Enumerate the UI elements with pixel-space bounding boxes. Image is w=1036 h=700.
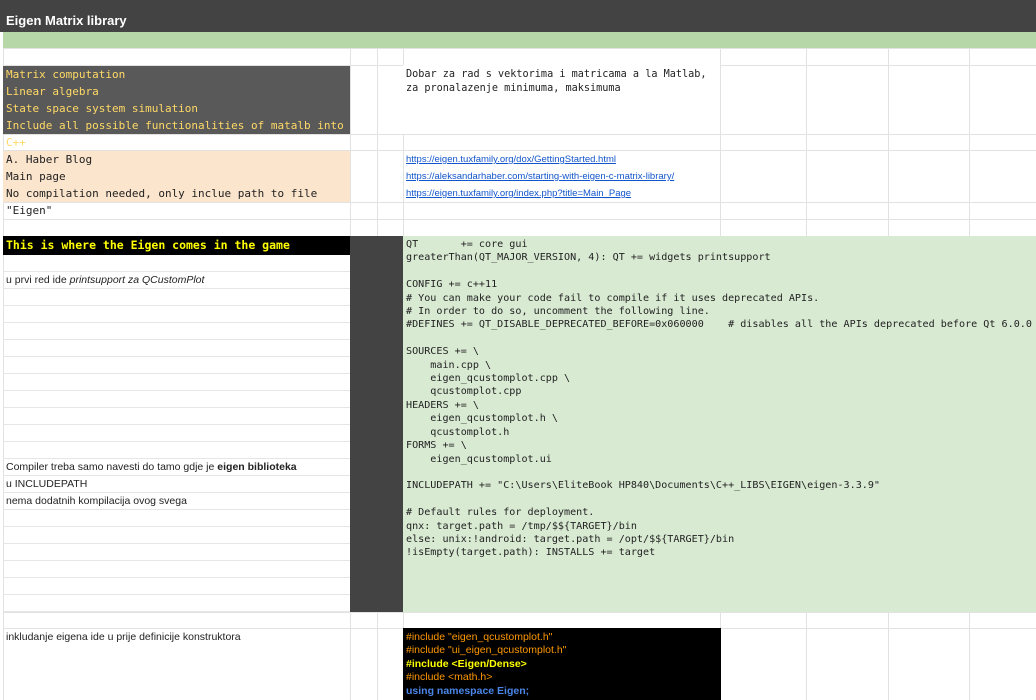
feature-cell: Linear algebra: [3, 83, 350, 100]
empty-rows: [3, 255, 350, 612]
no-compile-note: nema dodatnih kompilacija ovog svega: [6, 495, 187, 507]
resource-link[interactable]: https://aleksandarhaber.com/starting-wit…: [406, 168, 674, 185]
grid-line: [3, 219, 1036, 220]
printsupport-note: u prvi red ide printsupport za QCustomPl…: [6, 274, 204, 286]
include-line: #include "ui_eigen_qcustomplot.h": [406, 644, 567, 657]
description-line: Dobar za rad s vektorima i matricama a l…: [406, 69, 707, 80]
resource-label: A. Haber Blog: [3, 151, 350, 168]
feature-cell: State space system simulation: [3, 100, 350, 117]
note-emphasis: printsupport za QCustomPlot: [69, 274, 205, 286]
feature-cell: Include all possible functionalities of …: [3, 117, 350, 149]
section-header: This is where the Eigen comes in the gam…: [3, 236, 350, 255]
green-header-band: [3, 32, 1036, 48]
grid-line: [3, 48, 1036, 49]
grid-line: [3, 202, 1036, 203]
resource-label: Main page: [3, 168, 350, 185]
resource-label: No compilation needed, only inclue path …: [3, 185, 350, 217]
pro-file-code: QT += core gui greaterThan(QT_MAJOR_VERS…: [406, 239, 1032, 559]
include-note: inkludanje eigena ide u prije definicije…: [6, 631, 241, 643]
resource-link[interactable]: https://eigen.tuxfamily.org/index.php?ti…: [406, 185, 631, 202]
note-bold: eigen biblioteka: [217, 461, 297, 473]
note-text: Compiler treba samo navesti do tamo gdje…: [6, 461, 218, 473]
feature-cell: Matrix computation: [3, 66, 350, 83]
resource-link[interactable]: https://eigen.tuxfamily.org/dox/GettingS…: [406, 151, 616, 168]
grid-line: [3, 134, 1036, 135]
include-line: #include <Eigen/Dense>: [406, 657, 527, 670]
sheet-title: Eigen Matrix library: [6, 13, 127, 28]
title-bar: [0, 0, 1036, 32]
dark-spacer-column: [350, 236, 403, 612]
compiler-note: Compiler treba samo navesti do tamo gdje…: [6, 461, 297, 473]
description-line: za pronalazenje minimuma, maksimuma: [406, 83, 621, 94]
include-line: #include <math.h>: [406, 671, 493, 684]
include-line: #include "eigen_qcustomplot.h": [406, 631, 553, 643]
includepath-note: u INCLUDEPATH: [6, 478, 88, 490]
note-text: u prvi red ide: [6, 274, 70, 286]
include-line: using namespace Eigen;: [406, 684, 530, 697]
grid-line: [3, 612, 1036, 613]
